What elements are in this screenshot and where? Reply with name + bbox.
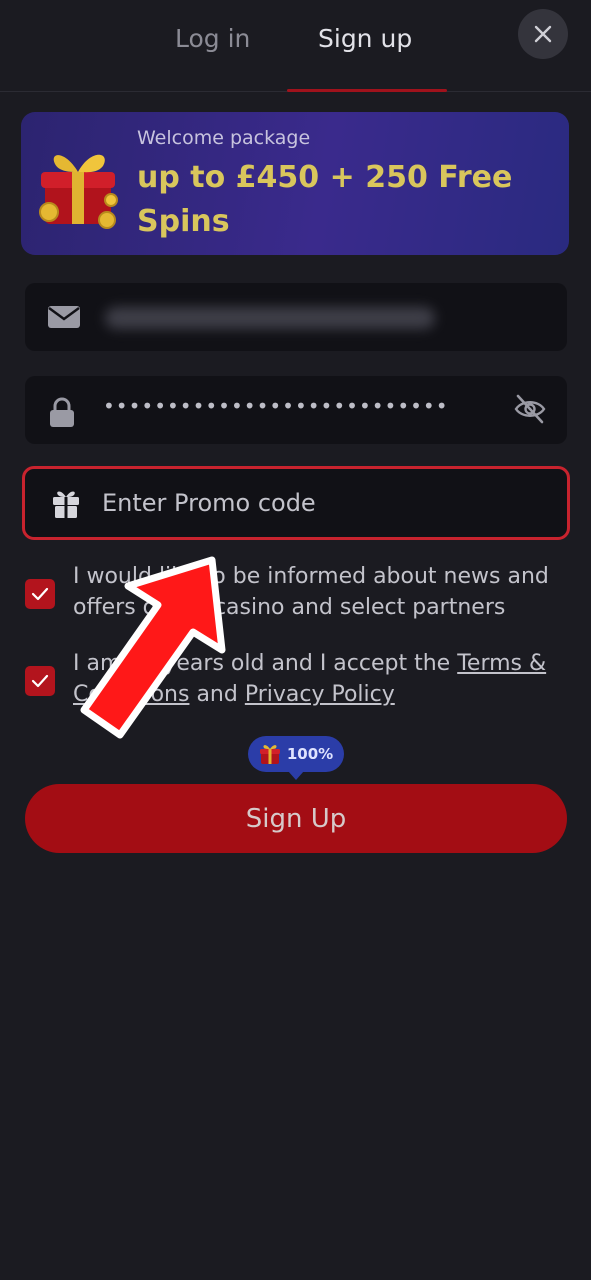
- promo-code-field[interactable]: [22, 466, 570, 540]
- news-consent-checkbox[interactable]: [25, 579, 55, 609]
- terms-and: and: [189, 682, 245, 707]
- auth-header: Log in Sign up: [0, 0, 591, 92]
- tab-signup[interactable]: Sign up: [318, 24, 412, 53]
- banner-subtitle: Welcome package: [137, 127, 311, 149]
- checkmark-icon: [31, 587, 49, 601]
- email-field[interactable]: [25, 283, 567, 351]
- password-field[interactable]: [25, 376, 567, 444]
- news-consent-label[interactable]: I would like to be informed about news a…: [73, 561, 573, 623]
- privacy-policy-link[interactable]: Privacy Policy: [245, 682, 395, 707]
- terms-consent-checkbox[interactable]: [25, 666, 55, 696]
- bonus-badge-text: 100%: [286, 745, 334, 763]
- banner-title: up to £450 + 250 Free Spins: [137, 160, 513, 239]
- welcome-banner[interactable]: Welcome package up to £450 + 250 Free Sp…: [21, 112, 569, 255]
- eye-off-icon[interactable]: [513, 392, 547, 426]
- close-icon: [534, 25, 552, 43]
- gift-icon: [53, 491, 79, 518]
- tab-login[interactable]: Log in: [175, 24, 250, 53]
- password-input[interactable]: [103, 394, 463, 418]
- sign-up-button[interactable]: Sign Up: [25, 784, 567, 853]
- checkmark-icon: [31, 674, 49, 688]
- terms-prefix: I am 18 years old and I accept the: [73, 651, 458, 676]
- terms-consent-label: I am 18 years old and I accept the Terms…: [73, 648, 573, 710]
- promo-code-input[interactable]: [102, 485, 522, 521]
- bonus-badge: 100%: [248, 736, 344, 780]
- email-value-blurred: [105, 307, 435, 329]
- active-tab-indicator: [287, 89, 447, 92]
- gift-box-icon: [39, 154, 118, 229]
- lock-icon: [50, 397, 74, 427]
- close-button[interactable]: [518, 9, 568, 59]
- mail-icon: [48, 306, 80, 328]
- gift-icon: [259, 745, 280, 764]
